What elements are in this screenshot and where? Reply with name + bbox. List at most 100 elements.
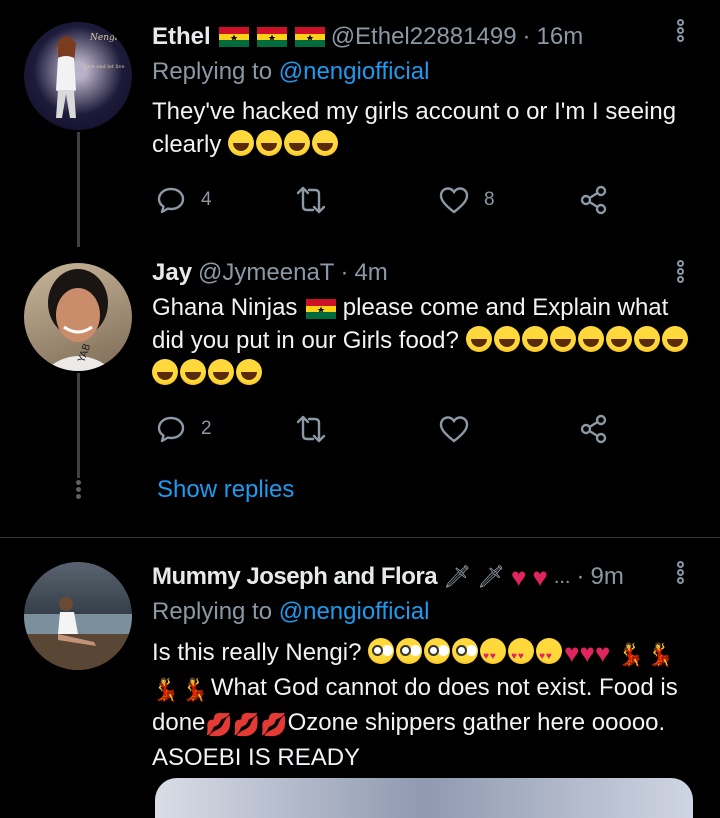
avatar[interactable]: Nengi Live and let live xyxy=(24,22,132,130)
tweet-header: Ethel @Ethel22881499 · 16m xyxy=(152,20,583,54)
heart-eyes-emoji xyxy=(508,638,535,673)
dagger-emoji: 🗡 xyxy=(477,564,505,589)
replying-to-link[interactable]: @nengiofficial xyxy=(279,598,430,625)
timestamp[interactable]: 9m xyxy=(590,563,623,591)
media-preview[interactable] xyxy=(155,778,693,818)
reply-icon xyxy=(157,187,185,214)
ghana-flag-icon xyxy=(256,27,287,47)
lips-emoji: 💋 xyxy=(232,712,261,737)
avatar-image xyxy=(24,597,132,670)
laughing-emoji xyxy=(549,326,576,352)
more-icon[interactable] xyxy=(670,560,690,585)
ghana-flag-icon xyxy=(218,27,249,47)
display-name[interactable]: Ethel xyxy=(152,23,211,51)
lips-emoji: 💋 xyxy=(260,712,288,737)
reply-count: 2 xyxy=(201,418,212,439)
laughing-emoji xyxy=(633,326,660,352)
tweet-text-content: Ghana Ninjas xyxy=(152,294,298,321)
avatar-image: YAB xyxy=(44,269,114,371)
divider xyxy=(0,537,720,538)
reply-button[interactable]: 2 xyxy=(155,413,212,445)
flushed-emoji xyxy=(396,638,423,664)
flushed-emoji xyxy=(424,638,451,664)
heart-eyes-emoji xyxy=(536,638,563,673)
user-handle[interactable]: @Ethel22881499 xyxy=(331,23,517,51)
laughing-emoji xyxy=(180,359,206,385)
share-icon xyxy=(580,414,607,444)
retweet-button[interactable] xyxy=(295,184,327,216)
timestamp[interactable]: 4m xyxy=(354,259,387,287)
replying-to: Replying to @nengiofficial xyxy=(152,598,429,626)
dancer-emoji: 💃 xyxy=(617,642,645,667)
heart-emoji: ♥ xyxy=(579,638,595,668)
laughing-emoji xyxy=(312,130,339,156)
laughing-emoji xyxy=(521,326,548,352)
tweet-actions: 2 xyxy=(155,413,625,447)
laughing-emoji xyxy=(152,359,178,385)
heart-emoji: ♥ xyxy=(564,638,580,668)
ghana-flag-icon xyxy=(306,298,337,319)
ghana-flag-icon xyxy=(294,27,325,47)
user-handle[interactable]: @JymeenaT xyxy=(198,259,334,287)
tweet-text: Is this really Nengi? ♥♥♥ 💃💃💃💃What God c… xyxy=(152,636,700,774)
tweet-text: They've hacked my girls account o or I'm… xyxy=(152,95,697,161)
dagger-emoji: 🗡 xyxy=(443,564,471,589)
heart-emoji: ♥ xyxy=(510,561,527,592)
flushed-emoji xyxy=(452,638,479,664)
thread-line xyxy=(77,132,80,247)
tweet-actions: 4 8 xyxy=(155,184,625,218)
more-icon[interactable] xyxy=(670,18,690,43)
laughing-emoji xyxy=(493,326,520,352)
dancer-emoji: 💃 xyxy=(181,677,209,702)
tweet-header: Jay @JymeenaT · 4m xyxy=(152,256,388,290)
name-ellipsis: ... xyxy=(553,565,571,588)
tweet-text: Ghana Ninjas please come and Explain wha… xyxy=(152,291,702,390)
like-button[interactable]: 8 xyxy=(438,184,495,216)
laughing-emoji xyxy=(256,130,283,156)
lips-emoji: 💋 xyxy=(205,712,233,737)
like-icon xyxy=(439,416,469,443)
retweet-button[interactable] xyxy=(295,413,327,445)
laughing-emoji xyxy=(284,130,311,156)
laughing-emoji xyxy=(577,326,604,352)
avatar-image: Nengi Live and let live xyxy=(56,33,124,118)
thread-line xyxy=(77,373,80,478)
tweet-text-content: What God cannot do does not exist. xyxy=(210,674,593,701)
separator-dot: · xyxy=(576,563,585,590)
share-button[interactable] xyxy=(578,413,610,445)
replying-to: Replying to @nengiofficial xyxy=(152,58,429,86)
share-button[interactable] xyxy=(578,184,610,216)
avatar[interactable]: YAB xyxy=(24,263,132,371)
replying-prefix: Replying to xyxy=(152,58,273,85)
svg-text:Live and let live: Live and let live xyxy=(84,64,124,70)
laughing-emoji xyxy=(208,359,234,385)
laughing-emoji xyxy=(465,326,492,352)
share-icon xyxy=(580,185,607,215)
laughing-emoji xyxy=(605,326,632,352)
replying-to-link[interactable]: @nengiofficial xyxy=(279,58,430,85)
retweet-icon xyxy=(296,415,326,443)
show-replies-link[interactable]: Show replies xyxy=(157,476,294,504)
avatar[interactable] xyxy=(24,562,132,670)
laughing-emoji xyxy=(236,359,262,385)
dancer-emoji: 💃 xyxy=(152,677,180,702)
thread-ellipsis xyxy=(74,478,82,501)
display-name[interactable]: Jay xyxy=(152,259,192,287)
like-button[interactable] xyxy=(438,413,470,445)
tweet-header: Mummy Joseph and Flora 🗡 🗡 ♥ ♥ ... · 9m xyxy=(152,560,624,594)
reply-button[interactable]: 4 xyxy=(155,184,212,216)
more-icon[interactable] xyxy=(670,259,690,284)
replying-prefix: Replying to xyxy=(152,598,273,625)
reply-count: 4 xyxy=(201,189,212,210)
svg-text:Nengi: Nengi xyxy=(89,33,118,43)
heart-emoji: ♥ xyxy=(532,561,548,592)
flushed-emoji xyxy=(368,638,395,664)
display-name[interactable]: Mummy Joseph and Flora xyxy=(152,563,438,591)
like-count: 8 xyxy=(484,189,495,210)
timestamp[interactable]: 16m xyxy=(537,23,584,51)
like-icon xyxy=(439,187,469,214)
laughing-emoji xyxy=(661,326,688,352)
separator-dot: · xyxy=(340,259,349,286)
separator-dot: · xyxy=(522,23,531,50)
laughing-emoji xyxy=(228,130,255,156)
